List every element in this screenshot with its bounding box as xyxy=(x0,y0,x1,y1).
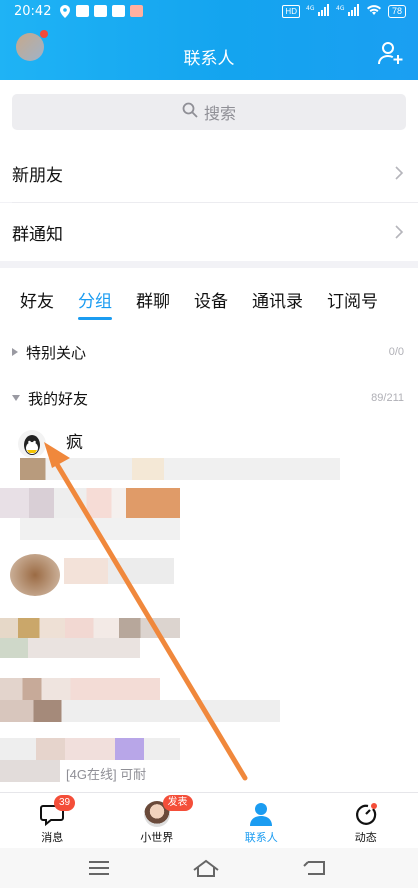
avatar xyxy=(18,430,46,458)
blurred-status xyxy=(20,458,340,480)
app-header: 20:42 HD 4G 4G 78 联系人 xyxy=(0,0,418,80)
nav-contacts[interactable]: 联系人 xyxy=(209,793,314,848)
hd-indicator: HD xyxy=(282,4,300,18)
list-item[interactable]: 疯 xyxy=(0,420,418,482)
tab-group-chats[interactable]: 群聊 xyxy=(136,287,170,312)
group-name: 特别关心 xyxy=(26,344,87,362)
blurred-content xyxy=(0,738,180,760)
nav-label: 联系人 xyxy=(244,832,278,844)
blurred-content xyxy=(0,488,180,518)
list-item[interactable] xyxy=(0,544,418,606)
group-count: 0/0 xyxy=(388,346,404,358)
group-my-friends[interactable]: 我的好友 89/211 xyxy=(12,380,404,416)
blurred-content xyxy=(0,700,280,722)
list-item[interactable] xyxy=(0,668,418,730)
contacts-icon xyxy=(248,801,274,827)
nav-label: 动态 xyxy=(354,832,377,844)
avatar-notification-dot xyxy=(40,30,48,38)
group-count: 89/211 xyxy=(371,392,404,404)
signal-icon: 4G xyxy=(306,4,330,18)
blurred-content xyxy=(0,760,60,782)
signal-icon-2: 4G xyxy=(336,4,360,18)
group-special-care[interactable]: 特别关心 0/0 xyxy=(12,334,404,370)
page-title: 联系人 xyxy=(183,49,235,68)
blurred-content xyxy=(0,638,140,658)
collapsed-triangle-icon xyxy=(12,348,18,356)
blurred-avatar xyxy=(10,554,60,596)
cloud-notification-icon xyxy=(112,5,125,17)
svg-text:4G: 4G xyxy=(336,5,345,12)
search-section: 搜索 xyxy=(0,80,418,144)
contacts-panel: 好友 分组 群聊 设备 通讯录 订阅号 特别关心 0/0 我的好友 89/211… xyxy=(0,268,418,792)
blurred-content xyxy=(0,618,180,638)
search-bar[interactable]: 搜索 xyxy=(12,94,406,130)
new-friends-label: 新朋友 xyxy=(12,165,63,185)
friend-status: [4G在线] 可耐 xyxy=(66,767,147,782)
contacts-tabs: 好友 分组 群聊 设备 通讯录 订阅号 xyxy=(0,268,418,330)
search-icon xyxy=(182,102,198,123)
status-time: 20:42 xyxy=(14,4,52,19)
tab-address-book[interactable]: 通讯录 xyxy=(252,287,303,312)
app-notification-icon xyxy=(76,5,89,17)
menu-icon[interactable] xyxy=(88,860,110,881)
nav-moments[interactable]: 动态 xyxy=(314,793,418,848)
blurred-content xyxy=(20,518,180,540)
unread-badge: 39 xyxy=(54,795,76,811)
expanded-triangle-icon xyxy=(12,395,20,401)
group-notifications-row[interactable]: 群通知 xyxy=(0,203,418,261)
post-badge: 发表 xyxy=(162,795,193,811)
blurred-content xyxy=(0,678,160,700)
search-placeholder: 搜索 xyxy=(203,106,236,123)
video-notification-icon xyxy=(94,5,107,17)
nav-label: 小世界 xyxy=(140,832,174,844)
home-icon[interactable] xyxy=(192,858,220,883)
chevron-right-icon xyxy=(394,164,404,182)
list-item[interactable] xyxy=(0,482,418,544)
new-friends-row[interactable]: 新朋友 xyxy=(0,144,418,202)
tab-friends[interactable]: 好友 xyxy=(20,287,54,312)
bottom-navigation: 39 消息 发表 小世界 联系人 动态 xyxy=(0,792,418,848)
blurred-content xyxy=(64,558,174,584)
tab-devices[interactable]: 设备 xyxy=(194,287,228,312)
chevron-right-icon xyxy=(394,223,404,241)
group-notifications-label: 群通知 xyxy=(12,224,63,244)
svg-text:4G: 4G xyxy=(306,5,315,12)
status-bar: 20:42 HD 4G 4G 78 xyxy=(0,0,418,24)
nav-small-world[interactable]: 发表 小世界 xyxy=(105,793,210,848)
nav-label: 消息 xyxy=(41,832,64,844)
tab-subscriptions[interactable]: 订阅号 xyxy=(327,287,378,312)
location-icon xyxy=(60,5,70,18)
wifi-icon xyxy=(366,4,382,18)
nav-messages[interactable]: 39 消息 xyxy=(0,793,105,848)
battery-indicator: 78 xyxy=(387,4,406,18)
tab-groups[interactable]: 分组 xyxy=(78,287,112,320)
system-navigation-bar xyxy=(0,848,418,888)
moments-icon xyxy=(353,801,379,827)
list-item[interactable]: [4G在线] 可耐 xyxy=(0,730,418,792)
alert-notification-icon xyxy=(130,5,143,17)
group-name: 我的好友 xyxy=(28,390,89,408)
add-friend-icon[interactable] xyxy=(378,40,404,66)
back-icon[interactable] xyxy=(302,860,326,881)
list-item[interactable] xyxy=(0,606,418,668)
friend-name: 疯 xyxy=(66,433,83,452)
